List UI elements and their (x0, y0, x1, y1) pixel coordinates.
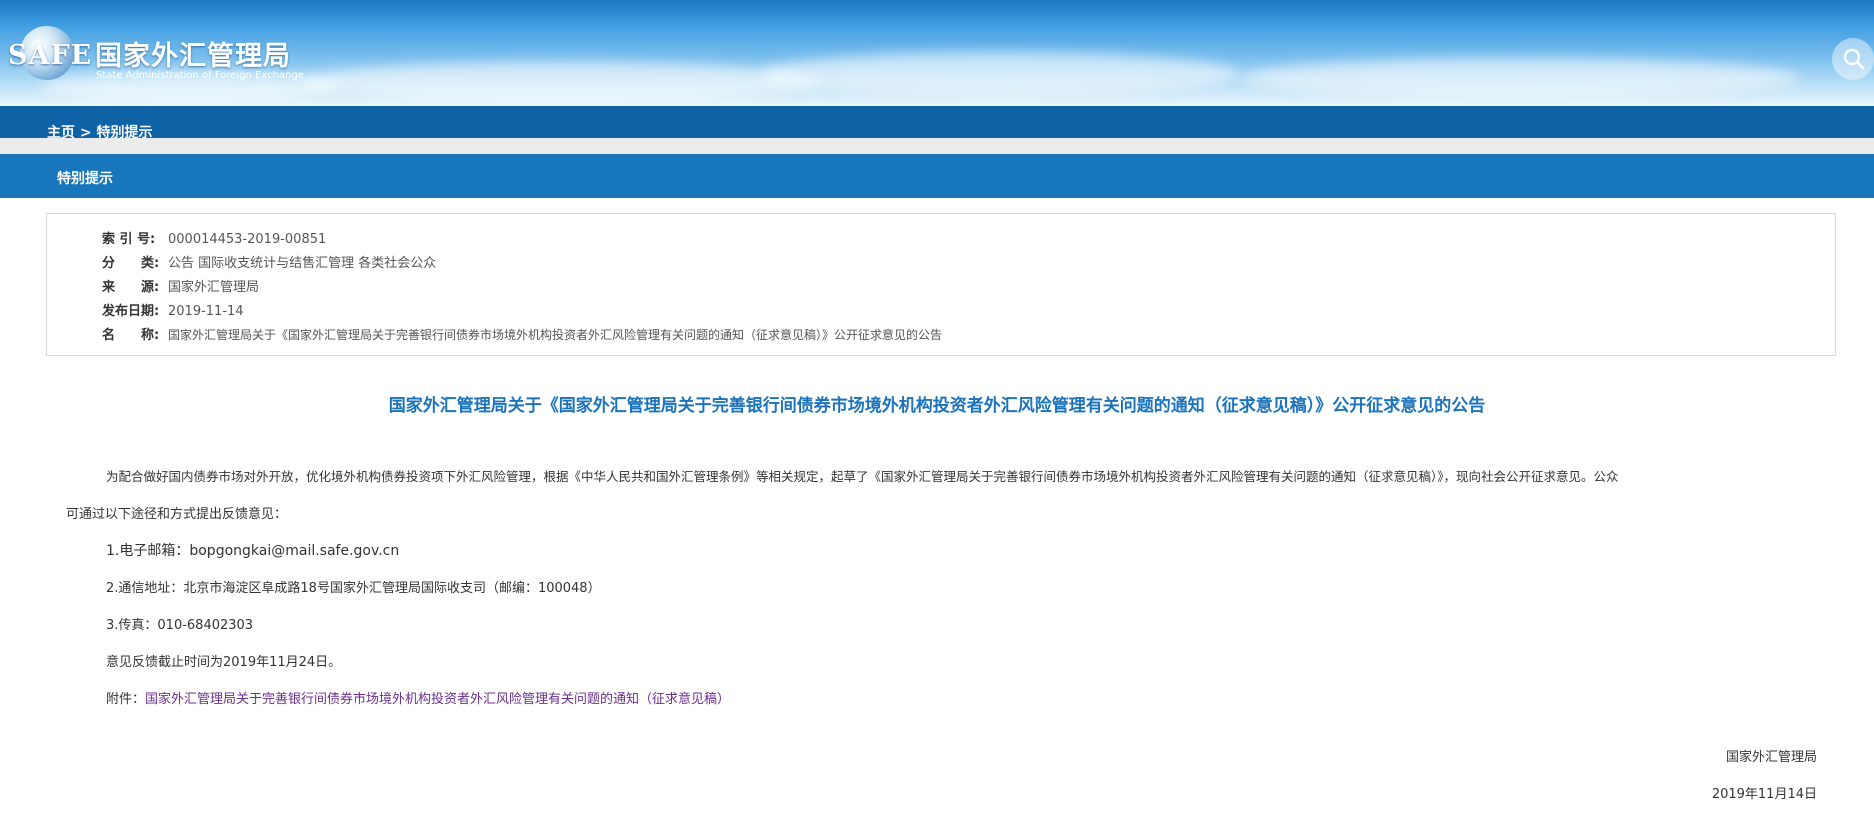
site-header: SAFE 国家外汇管理局 State Administration of For… (0, 0, 1874, 106)
header-cloud-decoration (760, 52, 1240, 96)
safe-logo[interactable]: SAFE (8, 22, 91, 84)
meta-value: 国家外汇管理局 (168, 280, 260, 295)
breadcrumb: 主页 > 特别提示 (47, 122, 152, 138)
document-title: 国家外汇管理局关于《国家外汇管理局关于完善银行间债券市场境外机构投资者外汇风险管… (388, 396, 1486, 416)
search-icon (1843, 48, 1865, 70)
breadcrumb-separator: > (75, 125, 97, 138)
attachment-label: 附件： (106, 692, 146, 707)
body-paragraph-continued: 可通过以下途径和方式提出反馈意见： (66, 507, 288, 522)
signature-organization: 国家外汇管理局 (1725, 750, 1817, 765)
contact-email: 1.电子邮箱：bopgongkai@mail.safe.gov.cn (106, 543, 400, 559)
meta-row-category: 分 类: 公告 国际收支统计与结售汇管理 各类社会公众 (102, 252, 436, 271)
section-header: 特别提示 (0, 154, 1874, 198)
meta-row-index: 索 引 号: 000014453-2019-00851 (102, 228, 326, 247)
meta-label: 来 源: (102, 280, 160, 295)
header-cloud-decoration (300, 62, 820, 102)
meta-value: 000014453-2019-00851 (168, 232, 327, 247)
contact-address: 2.通信地址：北京市海淀区阜成路18号国家外汇管理局国际收支司（邮编：10004… (106, 581, 601, 596)
section-title: 特别提示 (57, 171, 113, 187)
divider-band (0, 138, 1874, 154)
body-paragraph: 为配合做好国内债券市场对外开放，优化境外机构债券投资项下外汇风险管理，根据《中华… (106, 469, 1619, 484)
meta-row-name: 名 称: 国家外汇管理局关于《国家外汇管理局关于完善银行间债券市场境外机构投资者外… (102, 324, 942, 343)
breadcrumb-home-link[interactable]: 主页 (47, 125, 75, 138)
logo-text: SAFE (8, 40, 93, 71)
contact-fax: 3.传真：010-68402303 (106, 618, 254, 633)
meta-label: 名 称: (102, 328, 160, 343)
attachment-link[interactable]: 国家外汇管理局关于完善银行间债券市场境外机构投资者外汇风险管理有关问题的通知（征… (145, 692, 730, 707)
meta-label: 索 引 号: (102, 232, 156, 247)
meta-row-source: 来 源: 国家外汇管理局 (102, 276, 259, 295)
search-button[interactable] (1832, 38, 1874, 80)
breadcrumb-current-link[interactable]: 特别提示 (96, 125, 152, 138)
header-cloud-decoration (1240, 58, 1800, 98)
nav-bar: 主页 > 特别提示 (0, 106, 1874, 138)
meta-value: 公告 国际收支统计与结售汇管理 各类社会公众 (168, 256, 437, 271)
feedback-deadline: 意见反馈截止时间为2019年11月24日。 (106, 655, 342, 670)
meta-label: 分 类: (102, 256, 160, 271)
signature-date: 2019年11月14日 (1711, 787, 1817, 802)
meta-label: 发布日期: (102, 304, 160, 319)
site-subtitle: State Administration of Foreign Exchange (96, 70, 304, 81)
meta-value: 2019-11-14 (168, 304, 244, 319)
meta-value: 国家外汇管理局关于《国家外汇管理局关于完善银行间债券市场境外机构投资者外汇风险管… (168, 328, 943, 342)
attachment-line: 附件：国家外汇管理局关于完善银行间债券市场境外机构投资者外汇风险管理有关问题的通… (106, 688, 730, 707)
site-title: 国家外汇管理局 (95, 41, 291, 72)
meta-row-date: 发布日期: 2019-11-14 (102, 300, 244, 319)
document-info-box: 索 引 号: 000014453-2019-00851 分 类: 公告 国际收支统计… (46, 213, 1836, 356)
